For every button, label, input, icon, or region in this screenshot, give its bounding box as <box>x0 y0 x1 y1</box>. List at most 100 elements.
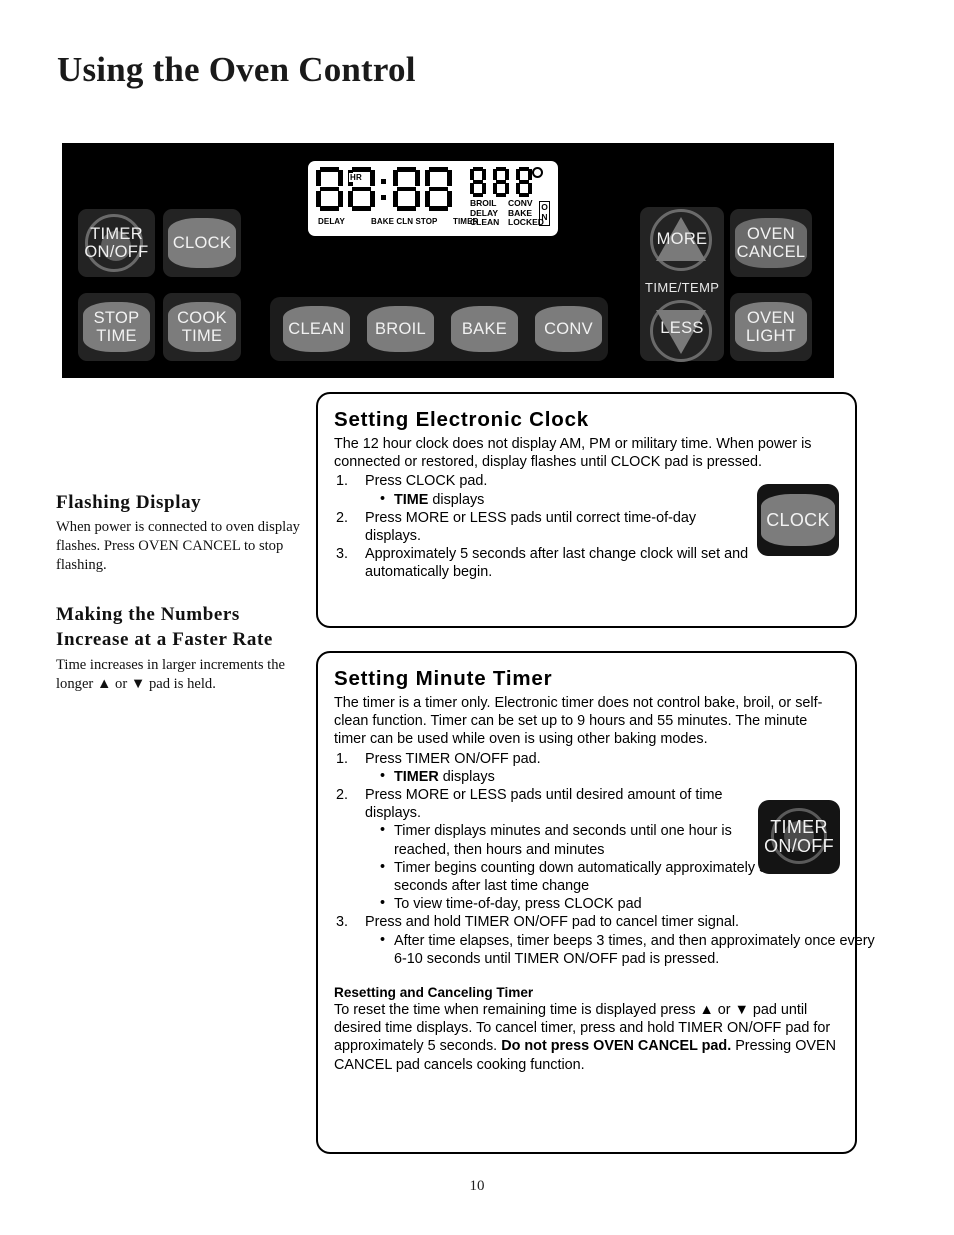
faster-rate-body-post: pad is held. <box>145 676 216 692</box>
timer-step-2-bullet-2: Timer begins counting down automatically… <box>378 858 794 895</box>
timer-step-2-bullet-1: Timer displays minutes and seconds until… <box>378 821 784 858</box>
pad-cook-time[interactable]: COOK TIME <box>163 293 241 361</box>
clock-step-2-text: Press MORE or LESS pads until correct ti… <box>365 509 697 545</box>
pad-clean[interactable]: CLEAN <box>278 303 355 355</box>
lcd-sub-digit-3 <box>516 167 532 197</box>
clock-box-title: Setting Electronic Clock <box>334 408 589 431</box>
pad-oven-cancel[interactable]: OVEN CANCEL <box>730 209 812 277</box>
pad-cook-time-line1: COOK <box>177 309 227 327</box>
pad-bake[interactable]: BAKE <box>446 303 523 355</box>
pad-less-cap: LESS <box>660 319 704 337</box>
timer-box-title: Setting Minute Timer <box>334 667 553 690</box>
clock-step-1-bullet-1-rest: displays <box>428 491 485 508</box>
lcd-on-indicator-box: O N <box>539 201 550 226</box>
timer-box-pad-label: TIMER ON/OFF <box>762 810 836 864</box>
pad-oven-light-cap: OVEN LIGHT <box>735 302 807 352</box>
pad-cook-time-line2: TIME <box>181 327 223 345</box>
clock-box-pad-illustration[interactable]: CLOCK <box>757 484 839 556</box>
clock-box-steps: Press CLOCK pad. TIME displays Press MOR… <box>334 472 754 581</box>
faster-rate-heading: Making the Numbers Increase at a Faster … <box>56 602 311 652</box>
timer-step-2: Press MORE or LESS pads until desired am… <box>334 786 767 913</box>
lcd-main-digits: HR <box>316 167 457 211</box>
reset-p1: To reset the time when remaining time is… <box>334 1002 700 1019</box>
timer-step-2-bullets: Timer displays minutes and seconds until… <box>378 821 767 913</box>
timer-step-1-text: Press TIMER ON/OFF pad. <box>365 750 541 767</box>
timer-step-2-text: Press MORE or LESS pads until desired am… <box>365 787 723 822</box>
clock-step-1: Press CLOCK pad. TIME displays <box>334 472 754 508</box>
setting-electronic-clock-box: Setting Electronic Clock The 12 hour clo… <box>316 392 857 628</box>
clock-box-intro: The 12 hour clock does not display AM, P… <box>334 436 812 471</box>
lcd-label-delay: DELAY <box>318 217 345 226</box>
flashing-display-body: When power is connected to oven display … <box>56 519 300 573</box>
pad-oven-light-line1: OVEN <box>747 309 795 327</box>
flashing-display-section: Flashing Display When power is connected… <box>56 492 311 575</box>
page-number: 10 <box>469 1178 485 1194</box>
timer-step-3-bullet-1-rest: After time elapses, timer beeps 3 times,… <box>394 932 875 967</box>
lcd-digit-1 <box>316 167 343 211</box>
timer-box-intro: The timer is a timer only. Electronic ti… <box>334 695 823 748</box>
timer-box-pad-illustration[interactable]: TIMER ON/OFF <box>758 800 840 874</box>
lcd-sub-digits <box>470 167 539 197</box>
timer-step-1-bullets: TIMER displays <box>378 767 785 786</box>
reset-heading: Resetting and Canceling Timer <box>334 985 534 1001</box>
timer-step-2-bullet-3-rest: To view time-of-day, press CLOCK pad <box>394 896 642 913</box>
pad-conv[interactable]: CONV <box>530 303 607 355</box>
timer-step-3-bullet-1: After time elapses, timer beeps 3 times,… <box>378 931 884 968</box>
pad-less[interactable]: LESS <box>640 298 724 362</box>
lcd-digit-2: HR <box>348 167 375 211</box>
flashing-display-heading: Flashing Display <box>56 492 202 513</box>
time-temp-text: TIME/TEMP <box>645 280 720 295</box>
clock-box-pad-label: CLOCK <box>761 494 835 546</box>
lcd-ind-clean: CLEAN <box>470 217 500 227</box>
timer-step-1-bullet-1-rest: displays <box>438 768 495 785</box>
resetting-canceling-block: Resetting and Canceling Timer To reset t… <box>334 985 846 1074</box>
pad-cook-time-cap: COOK TIME <box>168 302 236 352</box>
clock-step-3: Approximately 5 seconds after last chang… <box>334 545 754 581</box>
faster-rate-heading-line1: Making the Numbers <box>56 604 240 625</box>
lcd-sub-digit-2 <box>493 167 509 197</box>
lcd-hr-label: HR <box>349 173 363 182</box>
lcd-digit-3 <box>393 167 420 211</box>
oven-lcd-display: HR DELAY BAKE CLN STOP TIMER BROIL CONV … <box>308 161 558 236</box>
pad-stop-time-line2: TIME <box>96 327 137 345</box>
lcd-digit-4 <box>425 167 452 211</box>
timer-step-2-bullet-3: To view time-of-day, press CLOCK pad <box>378 894 794 913</box>
pad-clock-cap: CLOCK <box>168 218 236 268</box>
pad-broil[interactable]: BROIL <box>362 303 439 355</box>
faster-rate-body: Time increases in larger increments the … <box>56 656 311 694</box>
reset-down-arrow-icon: ▼ <box>734 1002 749 1019</box>
pad-timer-on-off[interactable]: TIMER ON/OFF <box>78 209 155 277</box>
clock-step-1-bullet-1: TIME displays <box>378 490 754 509</box>
page-title: Using the Oven Control <box>57 50 416 89</box>
pad-stop-time-cap: STOP TIME <box>83 302 150 352</box>
pad-timer-on-off-line1: TIMER <box>90 225 143 243</box>
reset-up-arrow-icon: ▲ <box>699 1002 714 1019</box>
reset-p2: or <box>713 1002 735 1019</box>
clock-step-1-bullet-1-bold: TIME <box>394 491 429 508</box>
clock-step-3-text: Approximately 5 seconds after last chang… <box>365 546 749 581</box>
faster-rate-section: Making the Numbers Increase at a Faster … <box>56 602 311 694</box>
timer-box-pad-line2: ON/OFF <box>764 836 834 856</box>
pad-stop-time[interactable]: STOP TIME <box>78 293 155 361</box>
pad-broil-cap: BROIL <box>367 306 434 352</box>
pad-oven-cancel-line2: CANCEL <box>736 243 806 261</box>
lcd-colon-icon <box>380 167 389 211</box>
pad-clock[interactable]: CLOCK <box>163 209 241 277</box>
timer-step-1-bullet-1-bold: TIMER <box>394 768 439 785</box>
lcd-indicator-grid: BROIL CONV DELAY BAKE CLEAN LOCKED <box>470 198 544 228</box>
pad-oven-cancel-cap: OVEN CANCEL <box>735 218 807 268</box>
lcd-sub-digit-1 <box>470 167 486 197</box>
pad-more[interactable]: MORE <box>640 207 724 271</box>
pad-clean-cap: CLEAN <box>283 306 350 352</box>
pad-oven-light[interactable]: OVEN LIGHT <box>730 293 812 361</box>
pad-timer-on-off-line2: ON/OFF <box>84 243 149 261</box>
pad-oven-light-line2: LIGHT <box>745 327 797 345</box>
pad-timer-on-off-cap: TIMER ON/OFF <box>83 218 150 268</box>
lcd-on-letter-o: O <box>541 202 548 212</box>
clock-step-1-bullets: TIME displays <box>378 490 754 509</box>
timer-step-3: Press and hold TIMER ON/OFF pad to cance… <box>334 913 875 968</box>
pad-oven-cancel-line1: OVEN <box>747 225 795 243</box>
down-arrow-icon: ▼ <box>130 676 146 692</box>
reset-body: To reset the time when remaining time is… <box>334 1001 846 1074</box>
pad-more-cap: MORE <box>656 230 708 248</box>
